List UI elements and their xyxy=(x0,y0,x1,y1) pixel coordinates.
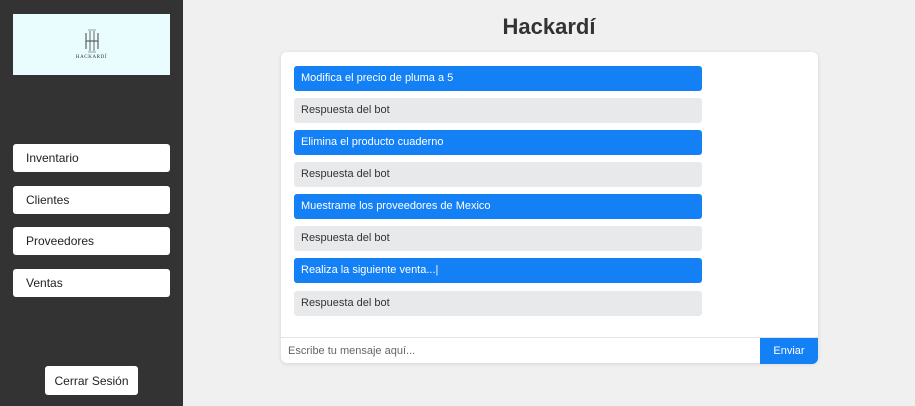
bot-message: Respuesta del bot xyxy=(294,226,702,251)
logo-text: HACKARDÍ xyxy=(75,54,108,60)
sidebar-item-clientes[interactable]: Clientes xyxy=(13,186,170,214)
sidebar-item-proveedores[interactable]: Proveedores xyxy=(13,227,170,255)
user-message: Elimina el producto cuaderno xyxy=(294,130,702,155)
sidebar: HACKARDÍ Inventario Clientes Proveedores… xyxy=(0,0,183,406)
sidebar-item-ventas[interactable]: Ventas xyxy=(13,269,170,297)
logo: HACKARDÍ xyxy=(13,14,170,75)
h-monogram-icon xyxy=(85,29,98,52)
logout-button[interactable]: Cerrar Sesión xyxy=(45,366,138,395)
sidebar-item-inventario[interactable]: Inventario xyxy=(13,144,170,172)
message-input[interactable] xyxy=(281,338,759,364)
user-message: Realiza la siguiente venta...| xyxy=(294,258,702,283)
user-message: Modifica el precio de pluma a 5 xyxy=(294,66,702,91)
chat-container: Modifica el precio de pluma a 5 Respuest… xyxy=(281,52,818,364)
message-input-row: Enviar xyxy=(281,337,818,364)
bot-message: Respuesta del bot xyxy=(294,98,702,123)
send-button[interactable]: Enviar xyxy=(760,338,818,364)
user-message: Muestrame los proveedores de Mexico xyxy=(294,194,702,219)
bot-message: Respuesta del bot xyxy=(294,162,702,187)
page-title: Hackardí xyxy=(502,14,596,39)
bot-message: Respuesta del bot xyxy=(294,291,702,316)
